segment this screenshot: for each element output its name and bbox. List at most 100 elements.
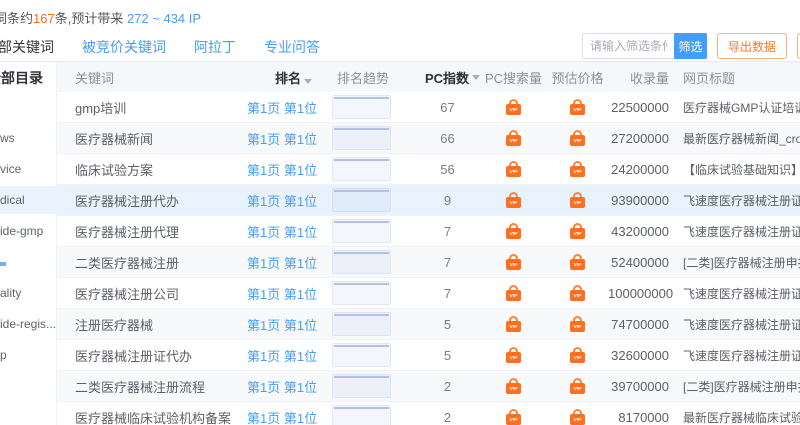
rank-trend-cell — [332, 405, 415, 425]
rank-link[interactable]: 第1页 第1位 — [247, 408, 332, 425]
estimated-price-cell: VIP — [547, 316, 608, 332]
collection-count-cell: 74700000 — [608, 317, 675, 332]
estimated-price-cell: VIP — [547, 254, 608, 270]
pc-search-volume-cell: VIP — [480, 161, 547, 177]
sidebar-item[interactable]: ality — [0, 279, 57, 307]
sidebar-item[interactable]: ws — [0, 124, 57, 152]
filter-button[interactable]: 筛选 — [674, 33, 707, 59]
sidebar-item[interactable]: dical — [0, 186, 57, 214]
table-header-row: 关键词排名排名趋势PC指数PC搜索量预估价格收录量网页标题 — [57, 62, 800, 92]
vip-lock-icon[interactable]: VIP — [506, 130, 521, 146]
sidebar-header: 全部目录 — [0, 68, 43, 88]
rank-trend-cell — [332, 219, 415, 243]
vip-lock-icon[interactable]: VIP — [506, 99, 521, 115]
pc-search-volume-cell: VIP — [480, 409, 547, 425]
estimated-price-cell: VIP — [547, 223, 608, 239]
pc-search-volume-cell: VIP — [480, 223, 547, 239]
vip-lock-icon[interactable]: VIP — [506, 161, 521, 177]
vip-lock-icon[interactable]: VIP — [506, 347, 521, 363]
sidebar-item[interactable]: vice — [0, 155, 57, 183]
table-row: 医疗器械注册证代办 第1页 第1位 5 VIP VIP 32600000 飞速度… — [57, 340, 800, 371]
rank-trend-cell — [332, 343, 415, 367]
sort-caret-icon[interactable] — [472, 75, 480, 84]
pc-search-volume-cell: VIP — [480, 347, 547, 363]
vip-lock-icon[interactable]: VIP — [570, 223, 585, 239]
vip-lock-icon[interactable]: VIP — [570, 99, 585, 115]
page-title-cell: 飞速度医疗器械注册证代办 — [675, 192, 800, 209]
keyword-cell: 医疗器械新闻 — [57, 129, 247, 148]
rank-link[interactable]: 第1页 第1位 — [247, 253, 332, 272]
vip-lock-icon[interactable]: VIP — [570, 161, 585, 177]
keyword-count: 167 — [33, 11, 55, 26]
column-header: PC搜索量 — [480, 68, 547, 87]
keyword-cell: 二类医疗器械注册流程 — [57, 377, 247, 396]
rank-link[interactable]: 第1页 第1位 — [247, 377, 332, 396]
keyword-cell: 临床试验方案 — [57, 160, 247, 179]
pc-index-cell: 7 — [415, 255, 480, 270]
page-title-cell: 最新医疗器械新闻_cro行业 — [675, 130, 800, 147]
directory-sidebar: 全部目录 ws vice dical ide-gmp ality ide-regis...… — [0, 62, 57, 425]
collection-count-cell: 32600000 — [608, 348, 675, 363]
vip-lock-icon[interactable]: VIP — [506, 285, 521, 301]
vip-lock-icon[interactable]: VIP — [506, 409, 521, 425]
rank-trend-sparkline — [332, 126, 391, 150]
vip-lock-icon[interactable]: VIP — [570, 254, 585, 270]
rank-link[interactable]: 第1页 第1位 — [247, 191, 332, 210]
summary-middle: 条,预计带来 — [55, 11, 127, 26]
keyword-table: 关键词排名排名趋势PC指数PC搜索量预估价格收录量网页标题 gmp培训 第1页 … — [57, 62, 800, 425]
pc-search-volume-cell: VIP — [480, 254, 547, 270]
rank-trend-sparkline — [332, 374, 391, 398]
estimated-price-cell: VIP — [547, 130, 608, 146]
vip-lock-icon[interactable]: VIP — [570, 409, 585, 425]
estimated-price-cell: VIP — [547, 285, 608, 301]
keyword-cell: 医疗器械临床试验机构备案 — [57, 408, 247, 425]
vip-lock-icon[interactable]: VIP — [570, 316, 585, 332]
sidebar-item[interactable]: p — [0, 341, 57, 369]
column-header-label: 排名趋势 — [337, 71, 389, 86]
page-title-cell: 飞速度医疗器械注册证代办 — [675, 316, 800, 333]
tab-1[interactable]: 被竞价关键词 — [82, 37, 166, 57]
vip-lock-icon[interactable]: VIP — [506, 378, 521, 394]
sidebar-item[interactable]: ide-gmp — [0, 217, 57, 245]
export-data-button[interactable]: 导出数据 — [717, 33, 787, 59]
rank-link[interactable]: 第1页 第1位 — [247, 129, 332, 148]
vip-lock-icon[interactable]: VIP — [506, 223, 521, 239]
column-header[interactable]: 排名 — [247, 68, 332, 87]
sort-caret-icon[interactable] — [304, 79, 312, 88]
rank-trend-cell — [332, 95, 415, 119]
rank-link[interactable]: 第1页 第1位 — [247, 98, 332, 117]
sidebar-item[interactable]: ide-regis... — [0, 310, 57, 338]
column-header[interactable]: PC指数 — [415, 68, 480, 87]
rank-link[interactable]: 第1页 第1位 — [247, 346, 332, 365]
vip-lock-icon[interactable]: VIP — [570, 347, 585, 363]
tab-3[interactable]: 专业问答 — [264, 37, 320, 57]
vip-lock-icon[interactable]: VIP — [506, 254, 521, 270]
sidebar-item[interactable] — [0, 248, 57, 276]
vip-lock-icon[interactable]: VIP — [570, 192, 585, 208]
rank-trend-sparkline — [332, 405, 391, 425]
vip-lock-icon[interactable]: VIP — [570, 378, 585, 394]
rank-trend-sparkline — [332, 281, 391, 305]
tab-0[interactable]: 全部关键词 — [0, 37, 54, 57]
filter-input[interactable] — [582, 33, 674, 59]
rank-link[interactable]: 第1页 第1位 — [247, 315, 332, 334]
tab-2[interactable]: 阿拉丁 — [194, 37, 236, 57]
vip-lock-icon[interactable]: VIP — [506, 192, 521, 208]
table-row: 二类医疗器械注册 第1页 第1位 7 VIP VIP 52400000 [二类]… — [57, 247, 800, 278]
page-title-cell: 飞速度医疗器械注册证代办 — [675, 223, 800, 240]
rank-link[interactable]: 第1页 第1位 — [247, 222, 332, 241]
vip-lock-icon[interactable]: VIP — [570, 285, 585, 301]
rank-trend-sparkline — [332, 157, 391, 181]
table-row: 医疗器械新闻 第1页 第1位 66 VIP VIP 27200000 最新医疗器… — [57, 123, 800, 154]
collection-count-cell: 39700000 — [608, 379, 675, 394]
rank-link[interactable]: 第1页 第1位 — [247, 284, 332, 303]
rank-link[interactable]: 第1页 第1位 — [247, 160, 332, 179]
vip-lock-icon[interactable]: VIP — [570, 130, 585, 146]
rank-trend-cell — [332, 312, 415, 336]
rank-trend-sparkline — [332, 219, 391, 243]
page-title-cell: [二类]医疗器械注册申报资料 — [675, 254, 800, 271]
vip-lock-icon[interactable]: VIP — [506, 316, 521, 332]
column-header: 网页标题 — [675, 68, 800, 87]
pc-index-cell: 5 — [415, 317, 480, 332]
collection-count-cell: 100000000 — [608, 286, 675, 301]
